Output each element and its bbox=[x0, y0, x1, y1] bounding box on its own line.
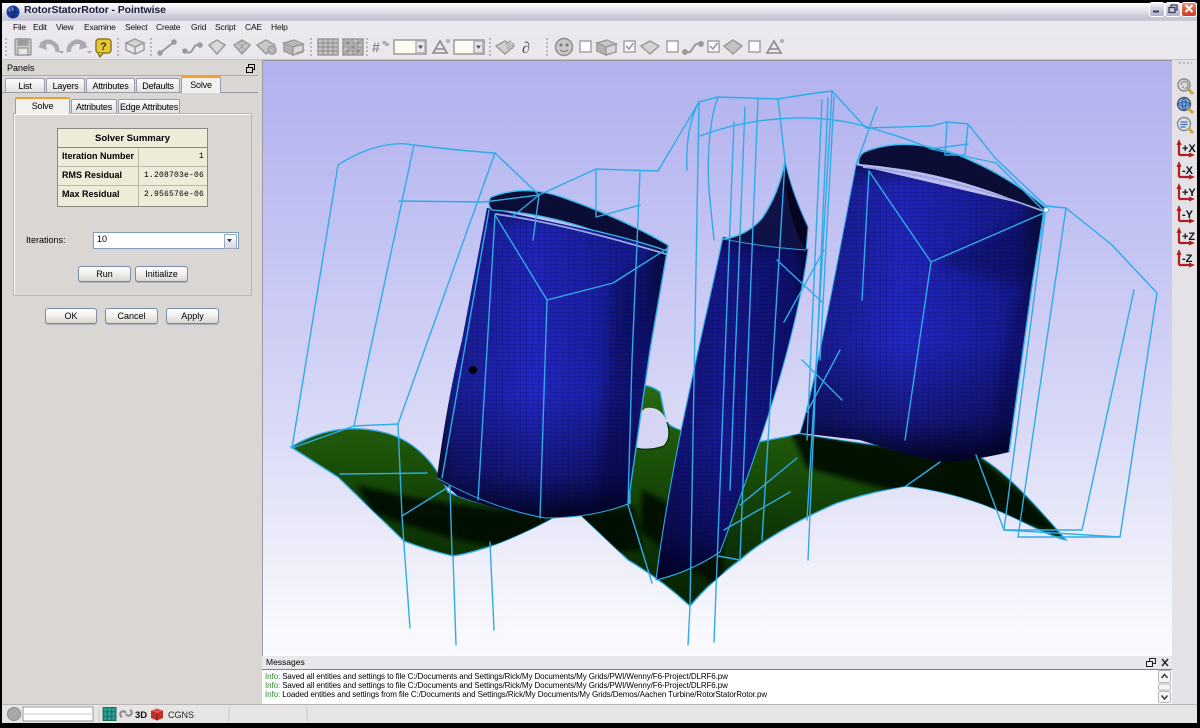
svg-text:3D: 3D bbox=[135, 710, 147, 721]
svg-text:?: ? bbox=[100, 41, 107, 53]
svg-text:-Y: -Y bbox=[1182, 209, 1194, 221]
svg-text:-X: -X bbox=[1182, 165, 1194, 177]
svg-text:-Z: -Z bbox=[1182, 253, 1193, 265]
svg-text:∂: ∂ bbox=[522, 40, 530, 57]
svg-text:CGNS: CGNS bbox=[168, 710, 194, 720]
svg-text:#: # bbox=[372, 39, 380, 55]
svg-text:+Z: +Z bbox=[1182, 231, 1195, 243]
svg-text:+X: +X bbox=[1182, 143, 1196, 155]
svg-text:+Y: +Y bbox=[1182, 187, 1196, 199]
